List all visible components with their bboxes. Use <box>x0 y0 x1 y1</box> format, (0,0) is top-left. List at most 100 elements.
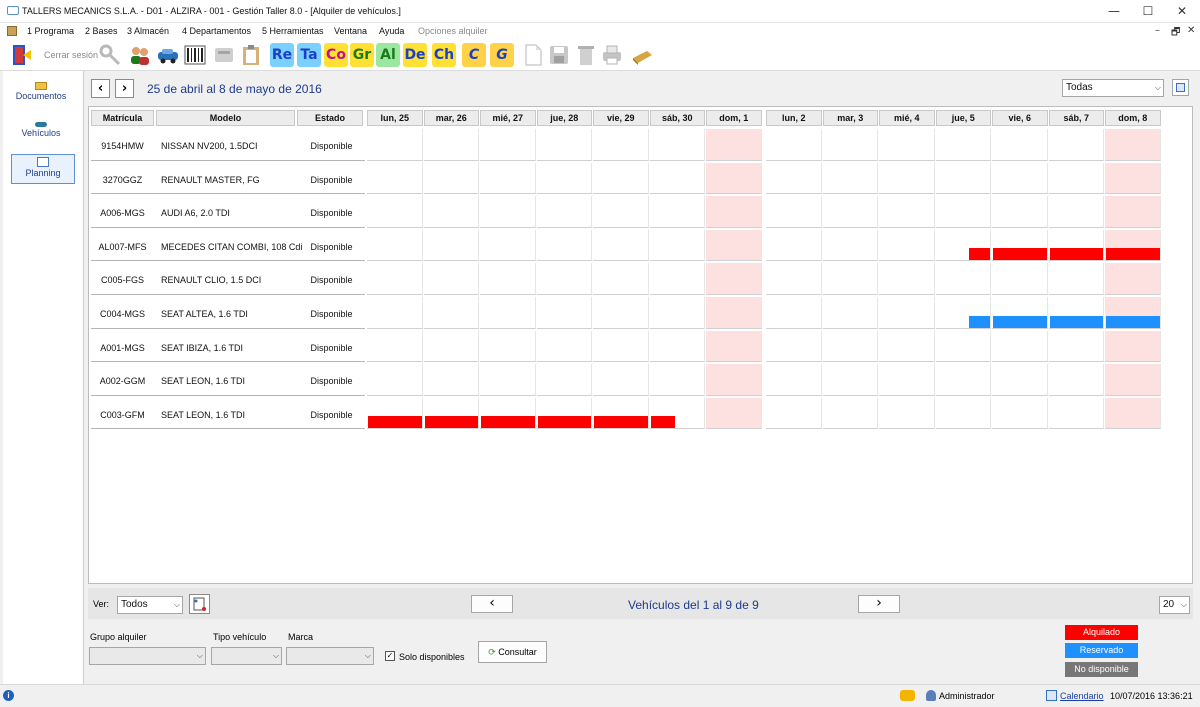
row-model[interactable]: RENAULT MASTER, FG <box>161 175 260 185</box>
day-cell[interactable] <box>935 364 991 396</box>
day-cell[interactable] <box>367 162 423 195</box>
menu-almacen[interactable]: 3 Almacén <box>127 26 169 36</box>
day-cell[interactable] <box>423 330 479 363</box>
day-cell[interactable] <box>1105 162 1161 195</box>
day-cell[interactable] <box>593 162 649 195</box>
booking-bar-reservado[interactable] <box>1106 315 1160 328</box>
day-cell[interactable] <box>879 229 935 262</box>
booking-bar-reservado[interactable] <box>968 315 990 328</box>
booking-bar-alquilado[interactable] <box>594 416 648 429</box>
day-cell[interactable] <box>367 330 423 363</box>
day-cell[interactable] <box>766 263 822 295</box>
day-cell[interactable] <box>536 263 592 295</box>
row-plate[interactable]: A002-GGM <box>91 376 154 386</box>
consultar-button[interactable]: ⟳ Consultar <box>478 641 547 663</box>
day-cell[interactable] <box>367 364 423 396</box>
row-plate[interactable]: A006-MGS <box>91 208 154 218</box>
day-cell[interactable] <box>1105 397 1161 430</box>
day-cell[interactable] <box>593 330 649 363</box>
booking-bar-alquilado[interactable] <box>993 248 1047 261</box>
day-cell[interactable] <box>935 397 991 430</box>
day-cell[interactable] <box>822 364 878 396</box>
day-cell[interactable] <box>992 162 1048 195</box>
day-cell[interactable] <box>480 196 536 228</box>
day-cell[interactable] <box>649 229 705 262</box>
booking-bar-alquilado[interactable] <box>1106 248 1160 261</box>
maximize-button[interactable]: ☐ <box>1131 0 1165 23</box>
solo-disponibles-checkbox[interactable]: ✓ <box>385 651 395 661</box>
day-cell[interactable] <box>766 297 822 329</box>
day-cell[interactable] <box>879 162 935 195</box>
booking-bar-alquilado[interactable] <box>368 416 422 429</box>
day-header[interactable]: jue, 28 <box>536 110 592 126</box>
day-cell[interactable] <box>822 397 878 430</box>
row-model[interactable]: MECEDES CITAN COMBI, 108 Cdi <box>161 242 302 252</box>
booking-bar-reservado[interactable] <box>1049 315 1103 328</box>
row-plate[interactable]: AL007-MFS <box>91 242 154 252</box>
sidebar-item-documentos[interactable]: Documentos <box>9 79 73 109</box>
new-document-icon[interactable] <box>521 43 545 67</box>
menu-bases[interactable]: 2 Bases <box>85 26 118 36</box>
delete-icon[interactable] <box>574 43 598 67</box>
filter-select[interactable]: Todas ⌵ <box>1062 79 1164 97</box>
day-header[interactable]: vie, 6 <box>992 110 1048 126</box>
day-cell[interactable] <box>536 162 592 195</box>
row-model[interactable]: NISSAN NV200, 1.5DCI <box>161 141 258 151</box>
day-cell[interactable] <box>992 364 1048 396</box>
day-cell[interactable] <box>822 196 878 228</box>
day-cell[interactable] <box>423 229 479 262</box>
day-header[interactable]: sáb, 30 <box>649 110 705 126</box>
day-cell[interactable] <box>766 330 822 363</box>
day-cell[interactable] <box>423 263 479 295</box>
clipboard-icon[interactable] <box>239 43 263 67</box>
day-cell[interactable] <box>822 330 878 363</box>
day-cell[interactable] <box>649 263 705 295</box>
previous-period-button[interactable]: ‹ <box>91 79 110 98</box>
day-cell[interactable] <box>480 364 536 396</box>
day-cell[interactable] <box>935 196 991 228</box>
menu-departamentos[interactable]: 4 Departamentos <box>182 26 251 36</box>
day-cell[interactable] <box>480 229 536 262</box>
day-cell[interactable] <box>935 263 991 295</box>
page-size-select[interactable]: 20 ⌵ <box>1159 596 1190 614</box>
c-folder-button[interactable]: C <box>462 43 486 67</box>
day-cell[interactable] <box>822 129 878 161</box>
row-model[interactable]: SEAT ALTEA, 1.6 TDI <box>161 309 248 319</box>
row-model[interactable]: SEAT IBIZA, 1.6 TDI <box>161 343 243 353</box>
day-cell[interactable] <box>423 162 479 195</box>
gr-button[interactable]: Gr <box>350 43 374 67</box>
day-header[interactable]: mar, 3 <box>822 110 878 126</box>
day-cell[interactable] <box>649 196 705 228</box>
re-button[interactable]: Re <box>270 43 294 67</box>
booking-bar-alquilado[interactable] <box>650 416 675 429</box>
day-cell[interactable] <box>1048 330 1104 363</box>
day-cell[interactable] <box>992 196 1048 228</box>
save-icon[interactable] <box>547 43 571 67</box>
day-cell[interactable] <box>766 364 822 396</box>
day-cell[interactable] <box>367 196 423 228</box>
day-cell[interactable] <box>879 129 935 161</box>
day-header[interactable]: jue, 5 <box>935 110 991 126</box>
day-cell[interactable] <box>879 263 935 295</box>
grid-settings-icon[interactable] <box>1172 79 1189 96</box>
day-header[interactable]: vie, 29 <box>593 110 649 126</box>
booking-bar-alquilado[interactable] <box>537 416 591 429</box>
ta-button[interactable]: Ta <box>297 43 321 67</box>
day-cell[interactable] <box>480 162 536 195</box>
day-header[interactable]: dom, 1 <box>706 110 762 126</box>
day-cell[interactable] <box>822 162 878 195</box>
day-cell[interactable] <box>822 229 878 262</box>
row-model[interactable]: SEAT LEON, 1.6 TDI <box>161 410 245 420</box>
minimize-button[interactable]: — <box>1097 0 1131 23</box>
de-button[interactable]: De <box>403 43 427 67</box>
day-header[interactable]: mié, 27 <box>480 110 536 126</box>
users-icon[interactable] <box>128 43 152 67</box>
booking-bar-alquilado[interactable] <box>968 248 990 261</box>
tools-icon[interactable] <box>212 43 236 67</box>
day-cell[interactable] <box>423 129 479 161</box>
row-plate[interactable]: C003-GFM <box>91 410 154 420</box>
day-cell[interactable] <box>367 263 423 295</box>
day-cell[interactable] <box>706 364 762 396</box>
key-icon[interactable] <box>98 43 122 67</box>
menu-herramientas[interactable]: 5 Herramientas <box>262 26 324 36</box>
